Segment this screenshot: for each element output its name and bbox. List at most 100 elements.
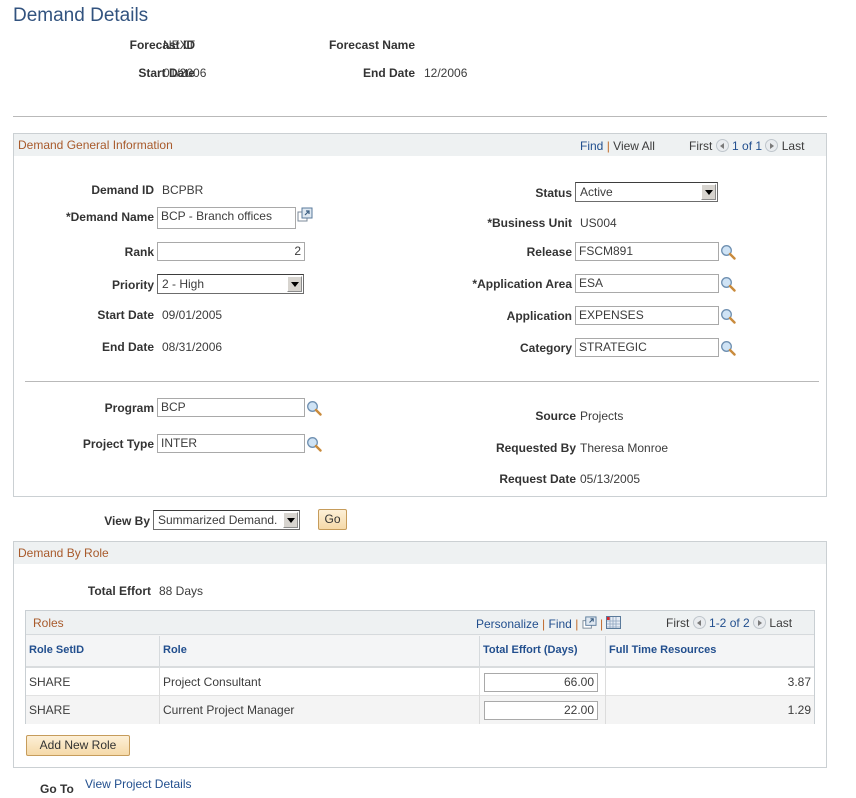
previous-arrow-icon[interactable] <box>715 139 729 152</box>
view-by-label: View By <box>104 514 150 528</box>
personalize-link[interactable]: Personalize <box>476 617 539 631</box>
lookup-icon[interactable] <box>720 340 736 356</box>
separator: | <box>575 617 579 631</box>
section-nav: Find | View All <box>580 139 655 153</box>
project-type-label: Project Type <box>82 437 154 451</box>
grid-header: Roles Personalize | Find | | First 1-2 o… <box>26 611 814 635</box>
start-date-value: 09/01/2005 <box>162 308 223 322</box>
status-value: Active <box>580 185 613 199</box>
row-count: 1-2 of 2 <box>709 616 750 630</box>
column-header-total-effort[interactable]: Total Effort (Days) <box>480 636 606 668</box>
application-area-label: *Application Area <box>472 277 572 291</box>
view-by-value: Summarized Demand. <box>158 513 278 527</box>
first-link[interactable]: First <box>689 139 712 153</box>
table-row: SHARE Project Consultant 66.00 3.87 <box>26 668 814 696</box>
grid-toolbar: Personalize | Find | | <box>476 616 622 631</box>
demand-name-field[interactable]: BCP - Branch offices <box>157 207 296 229</box>
request-date-value: 05/13/2005 <box>580 472 641 486</box>
next-arrow-icon[interactable] <box>753 616 767 629</box>
application-label: Application <box>506 309 572 323</box>
status-select[interactable]: Active <box>575 182 718 202</box>
priority-select[interactable]: 2 - High <box>157 274 304 294</box>
forecast-name-label: Forecast Name <box>328 38 415 52</box>
application-field[interactable]: EXPENSES <box>575 306 719 325</box>
separator: | <box>606 139 610 153</box>
forecast-start-date-value: 01/2006 <box>163 66 207 80</box>
view-all-link[interactable]: View All <box>613 139 655 153</box>
application-area-field[interactable]: ESA <box>575 274 719 293</box>
section-title: Demand By Role <box>18 546 109 560</box>
add-new-role-button[interactable]: Add New Role <box>26 735 130 756</box>
requested-by-value: Theresa Monroe <box>580 441 669 455</box>
view-project-details-link[interactable]: View Project Details <box>85 777 192 791</box>
download-spreadsheet-icon[interactable] <box>606 616 622 630</box>
first-link[interactable]: First <box>666 616 689 630</box>
forecast-end-date-value: 12/2006 <box>424 66 468 80</box>
business-unit-label: *Business Unit <box>487 216 572 230</box>
category-label: Category <box>519 341 572 355</box>
last-link[interactable]: Last <box>769 616 792 630</box>
goto-label: Go To <box>40 782 74 796</box>
page-title: Demand Details <box>13 5 149 26</box>
column-header-role[interactable]: Role <box>160 636 480 668</box>
chevron-down-icon[interactable] <box>701 184 716 200</box>
category-field[interactable]: STRATEGIC <box>575 338 719 357</box>
chevron-down-icon[interactable] <box>283 512 298 528</box>
status-label: Status <box>535 186 572 200</box>
previous-arrow-icon[interactable] <box>692 616 706 629</box>
total-effort-field[interactable]: 66.00 <box>484 673 598 692</box>
column-header-full-time-resources[interactable]: Full Time Resources <box>606 636 814 668</box>
role-setid-cell: SHARE <box>26 696 160 724</box>
expand-text-icon[interactable] <box>297 207 313 223</box>
program-field[interactable]: BCP <box>157 398 305 417</box>
grid-title: Roles <box>33 616 64 630</box>
forecast-end-date-label: End Date <box>362 66 415 80</box>
find-link[interactable]: Find <box>580 139 603 153</box>
total-effort-field[interactable]: 22.00 <box>484 701 598 720</box>
business-unit-value: US004 <box>580 216 617 230</box>
forecast-id-value: NEXT <box>163 38 196 52</box>
source-value: Projects <box>580 409 624 423</box>
release-field[interactable]: FSCM891 <box>575 242 719 261</box>
rank-field[interactable]: 2 <box>157 242 305 261</box>
go-button[interactable]: Go <box>318 509 347 530</box>
source-label: Source <box>535 409 576 423</box>
section-divider <box>25 381 819 382</box>
roles-grid: Roles Personalize | Find | | First 1-2 o… <box>25 610 815 724</box>
grid-pager: First 1-2 of 2 Last <box>666 616 792 630</box>
rank-label: Rank <box>124 245 154 259</box>
view-all-new-window-icon[interactable] <box>582 616 597 630</box>
role-cell: Current Project Manager <box>160 696 480 724</box>
view-by-select[interactable]: Summarized Demand. <box>153 510 300 530</box>
role-cell: Project Consultant <box>160 668 480 696</box>
lookup-icon[interactable] <box>720 308 736 324</box>
total-effort-label: Total Effort <box>87 584 151 598</box>
demand-id-label: Demand ID <box>91 183 154 197</box>
lookup-icon[interactable] <box>306 436 322 452</box>
section-header: Demand By Role <box>14 542 826 564</box>
next-arrow-icon[interactable] <box>765 139 779 152</box>
demand-id-value: BCPBR <box>162 183 204 197</box>
header-divider <box>13 116 827 117</box>
chevron-down-icon[interactable] <box>287 276 302 292</box>
lookup-icon[interactable] <box>720 244 736 260</box>
release-label: Release <box>526 245 572 259</box>
fte-cell: 1.29 <box>787 703 811 717</box>
project-type-field[interactable]: INTER <box>157 434 305 453</box>
lookup-icon[interactable] <box>306 400 322 416</box>
table-row: SHARE Current Project Manager 22.00 1.29 <box>26 696 814 724</box>
find-link[interactable]: Find <box>549 617 572 631</box>
lookup-icon[interactable] <box>720 276 736 292</box>
total-effort-value: 88 Days <box>159 584 204 598</box>
priority-label: Priority <box>111 278 154 292</box>
start-date-label: Start Date <box>97 308 154 322</box>
end-date-label: End Date <box>101 340 154 354</box>
end-date-value: 08/31/2006 <box>162 340 223 354</box>
section-title: Demand General Information <box>18 138 173 152</box>
fte-cell: 3.87 <box>787 675 811 689</box>
separator: | <box>542 617 546 631</box>
last-link[interactable]: Last <box>782 139 805 153</box>
row-count: 1 of 1 <box>732 139 763 153</box>
column-header-role-setid[interactable]: Role SetID <box>26 636 160 668</box>
role-setid-cell: SHARE <box>26 668 160 696</box>
